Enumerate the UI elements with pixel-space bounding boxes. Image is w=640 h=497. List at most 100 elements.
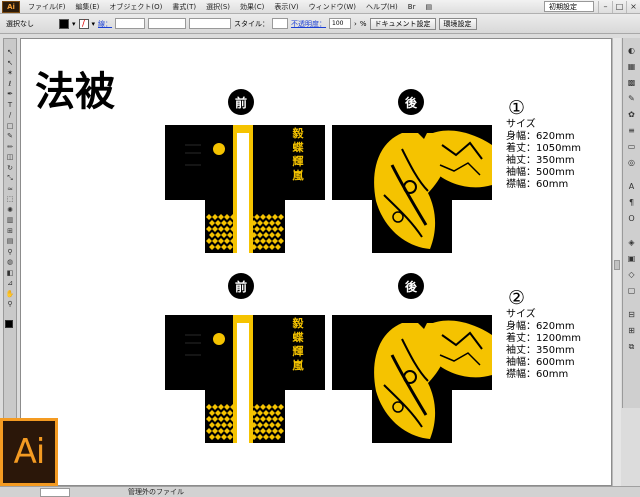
spec-line: 身幅：620mm bbox=[506, 131, 575, 142]
spec-line: 襟幅：60mm bbox=[506, 179, 569, 190]
status-bar: 管理外のファイル bbox=[0, 486, 640, 497]
spec-line: 袖幅：600mm bbox=[506, 357, 575, 368]
paintbrush-icon[interactable]: ✎ bbox=[5, 131, 15, 142]
hand-icon[interactable]: ✋ bbox=[5, 289, 15, 300]
spec-heading: サイズ bbox=[506, 119, 536, 130]
fill-stroke-swatch-icon[interactable] bbox=[5, 319, 15, 331]
opentype-icon[interactable]: O bbox=[626, 212, 638, 225]
artboard[interactable]: 法被 前 後 前 後 毅蝶輝嵐 毅蝶輝嵐 ① サイズ 身幅：620mm 着丈：1… bbox=[20, 38, 612, 486]
selection-icon[interactable]: ↖ bbox=[5, 47, 15, 58]
eraser-icon[interactable]: ◫ bbox=[5, 152, 15, 163]
chevron-down-icon[interactable]: ▾ bbox=[92, 20, 96, 28]
spec-line: 袖丈：350mm bbox=[506, 155, 575, 166]
happi-front-2[interactable]: 毅蝶輝嵐 bbox=[165, 315, 325, 445]
lasso-icon[interactable]: ℓ bbox=[5, 79, 15, 90]
chevron-down-icon[interactable]: ▾ bbox=[72, 20, 76, 28]
artwork-title: 法被 bbox=[35, 68, 115, 115]
slice-icon[interactable]: ⊿ bbox=[5, 278, 15, 289]
symbols-icon[interactable]: ✿ bbox=[626, 108, 638, 121]
preferences-button[interactable]: 環境設定 bbox=[438, 17, 477, 30]
graphic-styles-icon[interactable]: ▣ bbox=[626, 252, 638, 265]
document-setup-button[interactable]: ドキュメント設定 bbox=[369, 17, 436, 30]
menu-view[interactable]: 表示(V) bbox=[269, 2, 303, 12]
scale-icon[interactable]: ⤡ bbox=[5, 173, 15, 184]
blend-icon[interactable]: ◍ bbox=[5, 257, 15, 268]
collar-character: 蝶 bbox=[293, 330, 305, 344]
transform-icon[interactable]: ⊞ bbox=[626, 324, 638, 337]
happi-back-1[interactable] bbox=[332, 125, 492, 255]
happi-front-1[interactable]: 毅蝶輝嵐 bbox=[165, 125, 325, 255]
color-guide-icon[interactable]: ▦ bbox=[626, 60, 638, 73]
swatches-icon[interactable]: ▩ bbox=[626, 76, 638, 89]
color-panel-icon[interactable]: ◐ bbox=[626, 44, 638, 57]
mesh-icon[interactable]: ⊞ bbox=[5, 226, 15, 237]
paragraph-panel-icon[interactable]: ¶ bbox=[626, 196, 638, 209]
rectangle-icon[interactable]: □ bbox=[5, 121, 15, 132]
menu-select[interactable]: 選択(S) bbox=[201, 2, 235, 12]
layers-icon[interactable]: ◇ bbox=[626, 268, 638, 281]
scrollbar-thumb[interactable] bbox=[614, 260, 620, 270]
crest-icon bbox=[213, 143, 225, 155]
collar-character: 蝶 bbox=[293, 140, 305, 154]
stroke-weight-field[interactable] bbox=[115, 18, 146, 29]
free-transform-icon[interactable]: ⬚ bbox=[5, 194, 15, 205]
artboards-icon[interactable]: ▢ bbox=[626, 284, 638, 297]
menu-type[interactable]: 書式(T) bbox=[167, 2, 201, 12]
magic-wand-icon[interactable]: ✶ bbox=[5, 68, 15, 79]
opacity-field[interactable]: 100 bbox=[329, 18, 352, 29]
live-paint-icon[interactable]: ◧ bbox=[5, 268, 15, 279]
arrange-documents-icon[interactable]: ▤ bbox=[420, 3, 437, 11]
gradient-panel-icon[interactable]: ▭ bbox=[626, 140, 638, 153]
pen-icon[interactable]: ✒ bbox=[5, 89, 15, 100]
logo-text: Ai bbox=[13, 432, 46, 472]
gradient-icon[interactable]: ▤ bbox=[5, 236, 15, 247]
stroke-label[interactable]: 線： bbox=[98, 19, 112, 29]
menu-edit[interactable]: 編集(E) bbox=[71, 2, 105, 12]
workspace-switcher[interactable]: 初期設定 bbox=[544, 1, 594, 12]
brush-dropdown[interactable] bbox=[189, 18, 232, 29]
collar-character: 毅 bbox=[292, 316, 305, 330]
maximize-icon[interactable]: □ bbox=[612, 0, 626, 13]
eyedropper-icon[interactable]: ⚲ bbox=[5, 247, 15, 258]
happi-back-2[interactable] bbox=[332, 315, 492, 445]
collar-inner bbox=[237, 133, 249, 253]
stroke-swatch[interactable]: / bbox=[78, 18, 89, 29]
chevron-right-icon[interactable]: › bbox=[354, 20, 357, 28]
graph-icon[interactable]: ▥ bbox=[5, 215, 15, 226]
minimize-icon[interactable]: – bbox=[598, 0, 612, 13]
menu-help[interactable]: ヘルプ(H) bbox=[361, 2, 403, 12]
bridge-button[interactable]: Br bbox=[403, 3, 421, 11]
zoom-icon[interactable]: ⚲ bbox=[5, 299, 15, 310]
type-icon[interactable]: T bbox=[5, 100, 15, 111]
transparency-icon[interactable]: ◎ bbox=[626, 156, 638, 169]
rotate-icon[interactable]: ↻ bbox=[5, 163, 15, 174]
pencil-icon[interactable]: ✏ bbox=[5, 142, 15, 153]
tools-panel: ↖ ↖ ✶ ℓ ✒ T / □ ✎ ✏ ◫ ↻ ⤡ ≈ ⬚ ✺ ▥ ⊞ ▤ ⚲ ◍ ◧ ⊿ ✋ ⚲ bbox=[3, 38, 17, 438]
line-icon[interactable]: / bbox=[5, 110, 15, 121]
brushes-icon[interactable]: ✎ bbox=[626, 92, 638, 105]
fill-swatch[interactable] bbox=[59, 18, 69, 29]
status-text: 管理外のファイル bbox=[128, 488, 184, 496]
back-label-1: 後 bbox=[398, 89, 424, 115]
menu-object[interactable]: オブジェクト(O) bbox=[104, 2, 167, 12]
stroke-panel-icon[interactable]: ≡ bbox=[626, 124, 638, 137]
menu-effect[interactable]: 効果(C) bbox=[235, 2, 269, 12]
warp-icon[interactable]: ≈ bbox=[5, 184, 15, 195]
pathfinder-icon[interactable]: ⧉ bbox=[626, 340, 638, 353]
app-logo: Ai bbox=[2, 0, 20, 13]
style-dropdown[interactable] bbox=[272, 18, 289, 29]
direct-selection-icon[interactable]: ↖ bbox=[5, 58, 15, 69]
menu-window[interactable]: ウィンドウ(W) bbox=[304, 2, 361, 12]
spec-heading: サイズ bbox=[506, 309, 536, 320]
close-icon[interactable]: × bbox=[626, 0, 640, 13]
variable-width-dropdown[interactable] bbox=[148, 18, 187, 29]
spec-line: 袖丈：350mm bbox=[506, 345, 575, 356]
appearance-icon[interactable]: ◈ bbox=[626, 236, 638, 249]
vertical-scrollbar[interactable] bbox=[612, 38, 621, 486]
align-icon[interactable]: ⊟ bbox=[626, 308, 638, 321]
opacity-label[interactable]: 不透明度： bbox=[291, 19, 326, 29]
symbol-sprayer-icon[interactable]: ✺ bbox=[5, 205, 15, 216]
character-panel-icon[interactable]: A bbox=[626, 180, 638, 193]
menu-file[interactable]: ファイル(F) bbox=[23, 2, 71, 12]
zoom-field[interactable] bbox=[40, 487, 70, 497]
